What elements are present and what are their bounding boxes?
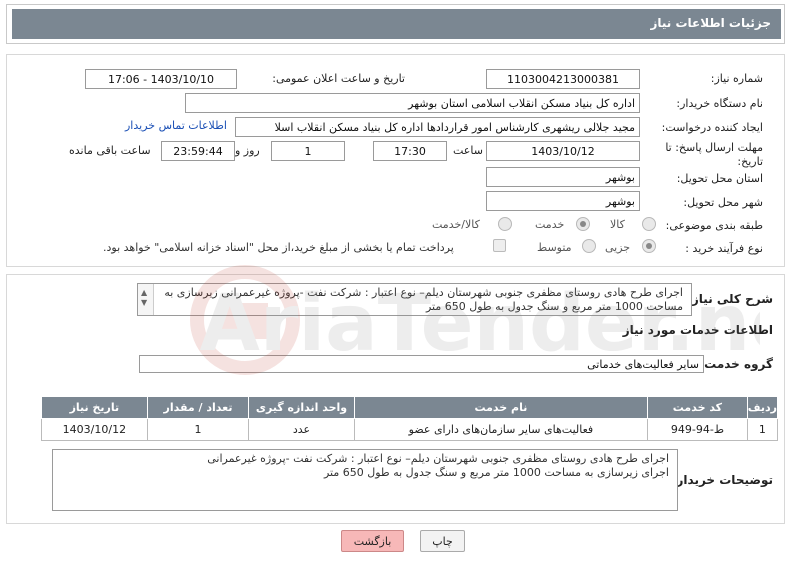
col-service-name: نام خدمت [353,396,649,419]
col-service-code: کد خدمت [647,396,748,419]
category-radio-service[interactable] [576,217,590,231]
deadline-time-label: ساعت [453,144,483,157]
province-field[interactable]: بوشهر [486,167,640,187]
header-frame: جزئیات اطلاعات نیاز [6,4,785,44]
city-label: شهر محل تحویل: [683,196,763,209]
creator-field[interactable]: مجید جلالی ریشهری کارشناس امور قراردادها… [235,117,640,137]
cell-need-date: 1403/10/12 [41,418,148,441]
process-radio-minor[interactable] [642,239,656,253]
cell-row-number: 1 [746,418,779,441]
deadline-date-field[interactable]: 1403/10/12 [486,141,640,161]
category-option-goods-service: کالا/خدمت [432,218,480,231]
services-section-title: اطلاعات خدمات مورد نیاز [622,323,773,337]
deadline-label: مهلت ارسال پاسخ: تا تاریخ: [665,141,763,168]
creator-label: ایجاد کننده درخواست: [661,121,763,134]
province-label: استان محل تحویل: [676,172,763,185]
process-radio-medium[interactable] [582,239,596,253]
buyer-notes-label: توضیحات خریدار: [671,473,773,487]
category-radio-goods[interactable] [642,217,656,231]
description-scrollbar[interactable]: ▲ ▼ [138,284,154,315]
need-number-field[interactable]: 1103004213000381 [486,69,640,89]
cell-service-name: فعالیت‌های سایر سازمان‌های دارای عضو [353,418,649,441]
need-number-label: شماره نیاز: [710,72,763,85]
general-description-text: اجرای طرح هادی روستای مظفری جنوبی شهرستا… [164,286,683,313]
services-panel: شرح کلی نیاز: ▲ ▼ اجرای طرح هادی روستای … [6,274,785,524]
print-button[interactable]: چاپ [420,530,465,552]
services-table: ردیف کد خدمت نام خدمت واحد اندازه گیری ت… [41,396,779,441]
page-title: جزئیات اطلاعات نیاز [12,9,781,39]
general-description-label: شرح کلی نیاز: [687,292,773,306]
treasury-payment-note: پرداخت تمام یا بخشی از مبلغ خرید،از محل … [103,241,454,254]
buyer-notes-line-2: اجرای زیرسازی به مساحت 1000 متر مربع و س… [323,466,669,479]
table-header-row: ردیف کد خدمت نام خدمت واحد اندازه گیری ت… [41,396,779,419]
scroll-down-icon[interactable]: ▼ [141,296,147,310]
col-row-number: ردیف [746,396,779,419]
category-label: طبقه بندی موضوعی: [665,219,763,232]
process-option-minor: جزیی [605,241,631,254]
category-option-service: خدمت [535,218,565,231]
cell-service-code: ط-94-949 [647,418,748,441]
process-label: نوع فرآیند خرید : [685,242,763,255]
buyer-contact-link[interactable]: اطلاعات تماس خریدار [125,119,227,132]
buyer-org-label: نام دستگاه خریدار: [676,97,763,110]
remaining-time-label: ساعت باقی مانده [69,144,151,157]
general-description-box[interactable]: ▲ ▼ اجرای طرح هادی روستای مظفری جنوبی شه… [137,283,692,316]
city-field[interactable]: بوشهر [486,191,640,211]
treasury-payment-checkbox[interactable] [493,239,506,252]
remaining-time-field[interactable]: 23:59:44 [161,141,235,161]
category-option-goods: کالا [610,218,625,231]
announce-date-field[interactable]: 1403/10/10 - 17:06 [85,69,237,89]
days-label: روز و [235,144,260,157]
back-button[interactable]: بازگشت [341,530,404,552]
process-option-medium: متوسط [537,241,572,254]
table-row[interactable]: 1 ط-94-949 فعالیت‌های سایر سازمان‌های دا… [41,418,779,441]
cell-unit: عدد [248,418,355,441]
service-group-label: گروه خدمت: [699,357,773,371]
category-radio-goods-service[interactable] [498,217,512,231]
days-field[interactable]: 1 [271,141,345,161]
cell-quantity: 1 [146,418,250,441]
buyer-org-field[interactable]: اداره کل بنیاد مسکن انقلاب اسلامی استان … [185,93,640,113]
buyer-notes-line-1: اجرای طرح هادی روستای مظفری جنوبی شهرستا… [207,452,669,465]
col-quantity: تعداد / مقدار [146,396,250,419]
buyer-notes-box[interactable]: اجرای طرح هادی روستای مظفری جنوبی شهرستا… [52,449,678,511]
service-group-field[interactable]: سایر فعالیت‌های خدماتی [139,355,704,373]
deadline-time-field[interactable]: 17:30 [373,141,447,161]
need-details-panel: شماره نیاز: 1103004213000381 تاریخ و ساع… [6,54,785,267]
col-need-date: تاریخ نیاز [41,396,148,419]
announce-date-label: تاریخ و ساعت اعلان عمومی: [272,72,405,85]
col-unit: واحد اندازه گیری [248,396,355,419]
